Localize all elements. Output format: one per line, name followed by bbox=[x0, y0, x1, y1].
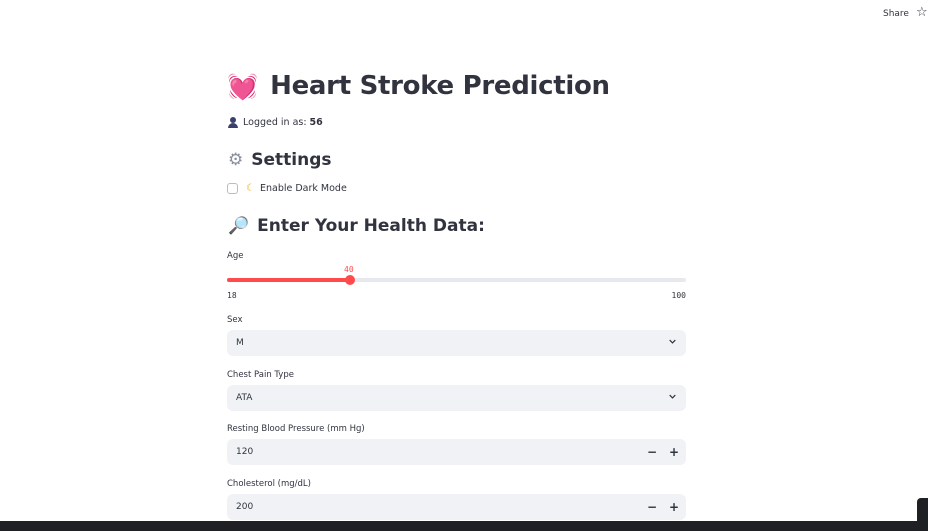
heart-icon: 💓 bbox=[227, 71, 259, 101]
share-button[interactable]: Share bbox=[883, 9, 909, 19]
cholesterol-increment-button[interactable]: + bbox=[663, 494, 685, 520]
resting-bp-label: Resting Blood Pressure (mm Hg) bbox=[227, 424, 365, 434]
chest-pain-select-value: ATA bbox=[236, 393, 253, 403]
age-slider-thumb[interactable] bbox=[345, 275, 355, 285]
age-slider-track[interactable] bbox=[227, 278, 686, 282]
top-toolbar: Share ☆ bbox=[0, 0, 928, 30]
chest-pain-select[interactable]: ATA bbox=[227, 385, 686, 411]
age-slider-value: 40 bbox=[344, 265, 354, 274]
sex-select-value: M bbox=[236, 338, 244, 348]
cholesterol-value[interactable]: 200 bbox=[236, 502, 253, 512]
cholesterol-label: Cholesterol (mg/dL) bbox=[227, 479, 311, 489]
gear-icon: ⚙ bbox=[228, 149, 244, 170]
moon-icon: ☾ bbox=[246, 183, 255, 194]
age-label: Age bbox=[227, 251, 244, 261]
bottom-bar bbox=[0, 521, 928, 531]
sex-select[interactable]: M bbox=[227, 330, 686, 356]
age-min-label: 18 bbox=[227, 291, 237, 300]
cholesterol-input[interactable]: 200 − + bbox=[227, 494, 686, 520]
chevron-down-icon bbox=[669, 393, 676, 400]
username: 56 bbox=[309, 117, 323, 128]
sex-label: Sex bbox=[227, 315, 243, 325]
logged-in-status: Logged in as: 56 bbox=[228, 117, 323, 128]
resting-bp-input[interactable]: 120 − + bbox=[227, 439, 686, 465]
health-data-heading-text: Enter Your Health Data: bbox=[257, 216, 485, 236]
resting-bp-increment-button[interactable]: + bbox=[663, 439, 685, 465]
resting-bp-decrement-button[interactable]: − bbox=[641, 439, 663, 465]
magnifier-icon: 🔎 bbox=[228, 215, 250, 236]
age-max-label: 100 bbox=[671, 291, 686, 300]
settings-heading: ⚙ Settings bbox=[228, 150, 332, 170]
chest-pain-label: Chest Pain Type bbox=[227, 370, 294, 380]
user-icon bbox=[228, 117, 238, 128]
logged-in-label: Logged in as: bbox=[243, 117, 307, 128]
page-title-text: Heart Stroke Prediction bbox=[270, 71, 610, 101]
dark-mode-checkbox[interactable] bbox=[227, 183, 238, 194]
dark-mode-label[interactable]: Enable Dark Mode bbox=[260, 183, 347, 194]
dark-mode-toggle[interactable]: ☾ Enable Dark Mode bbox=[227, 183, 347, 194]
chevron-down-icon bbox=[669, 338, 676, 345]
health-data-heading: 🔎 Enter Your Health Data: bbox=[228, 216, 485, 236]
cholesterol-decrement-button[interactable]: − bbox=[641, 494, 663, 520]
age-slider-fill bbox=[227, 278, 350, 282]
star-icon[interactable]: ☆ bbox=[916, 6, 928, 19]
settings-heading-text: Settings bbox=[251, 150, 332, 170]
resting-bp-value[interactable]: 120 bbox=[236, 447, 253, 457]
page-title: 💓 Heart Stroke Prediction bbox=[227, 71, 610, 101]
